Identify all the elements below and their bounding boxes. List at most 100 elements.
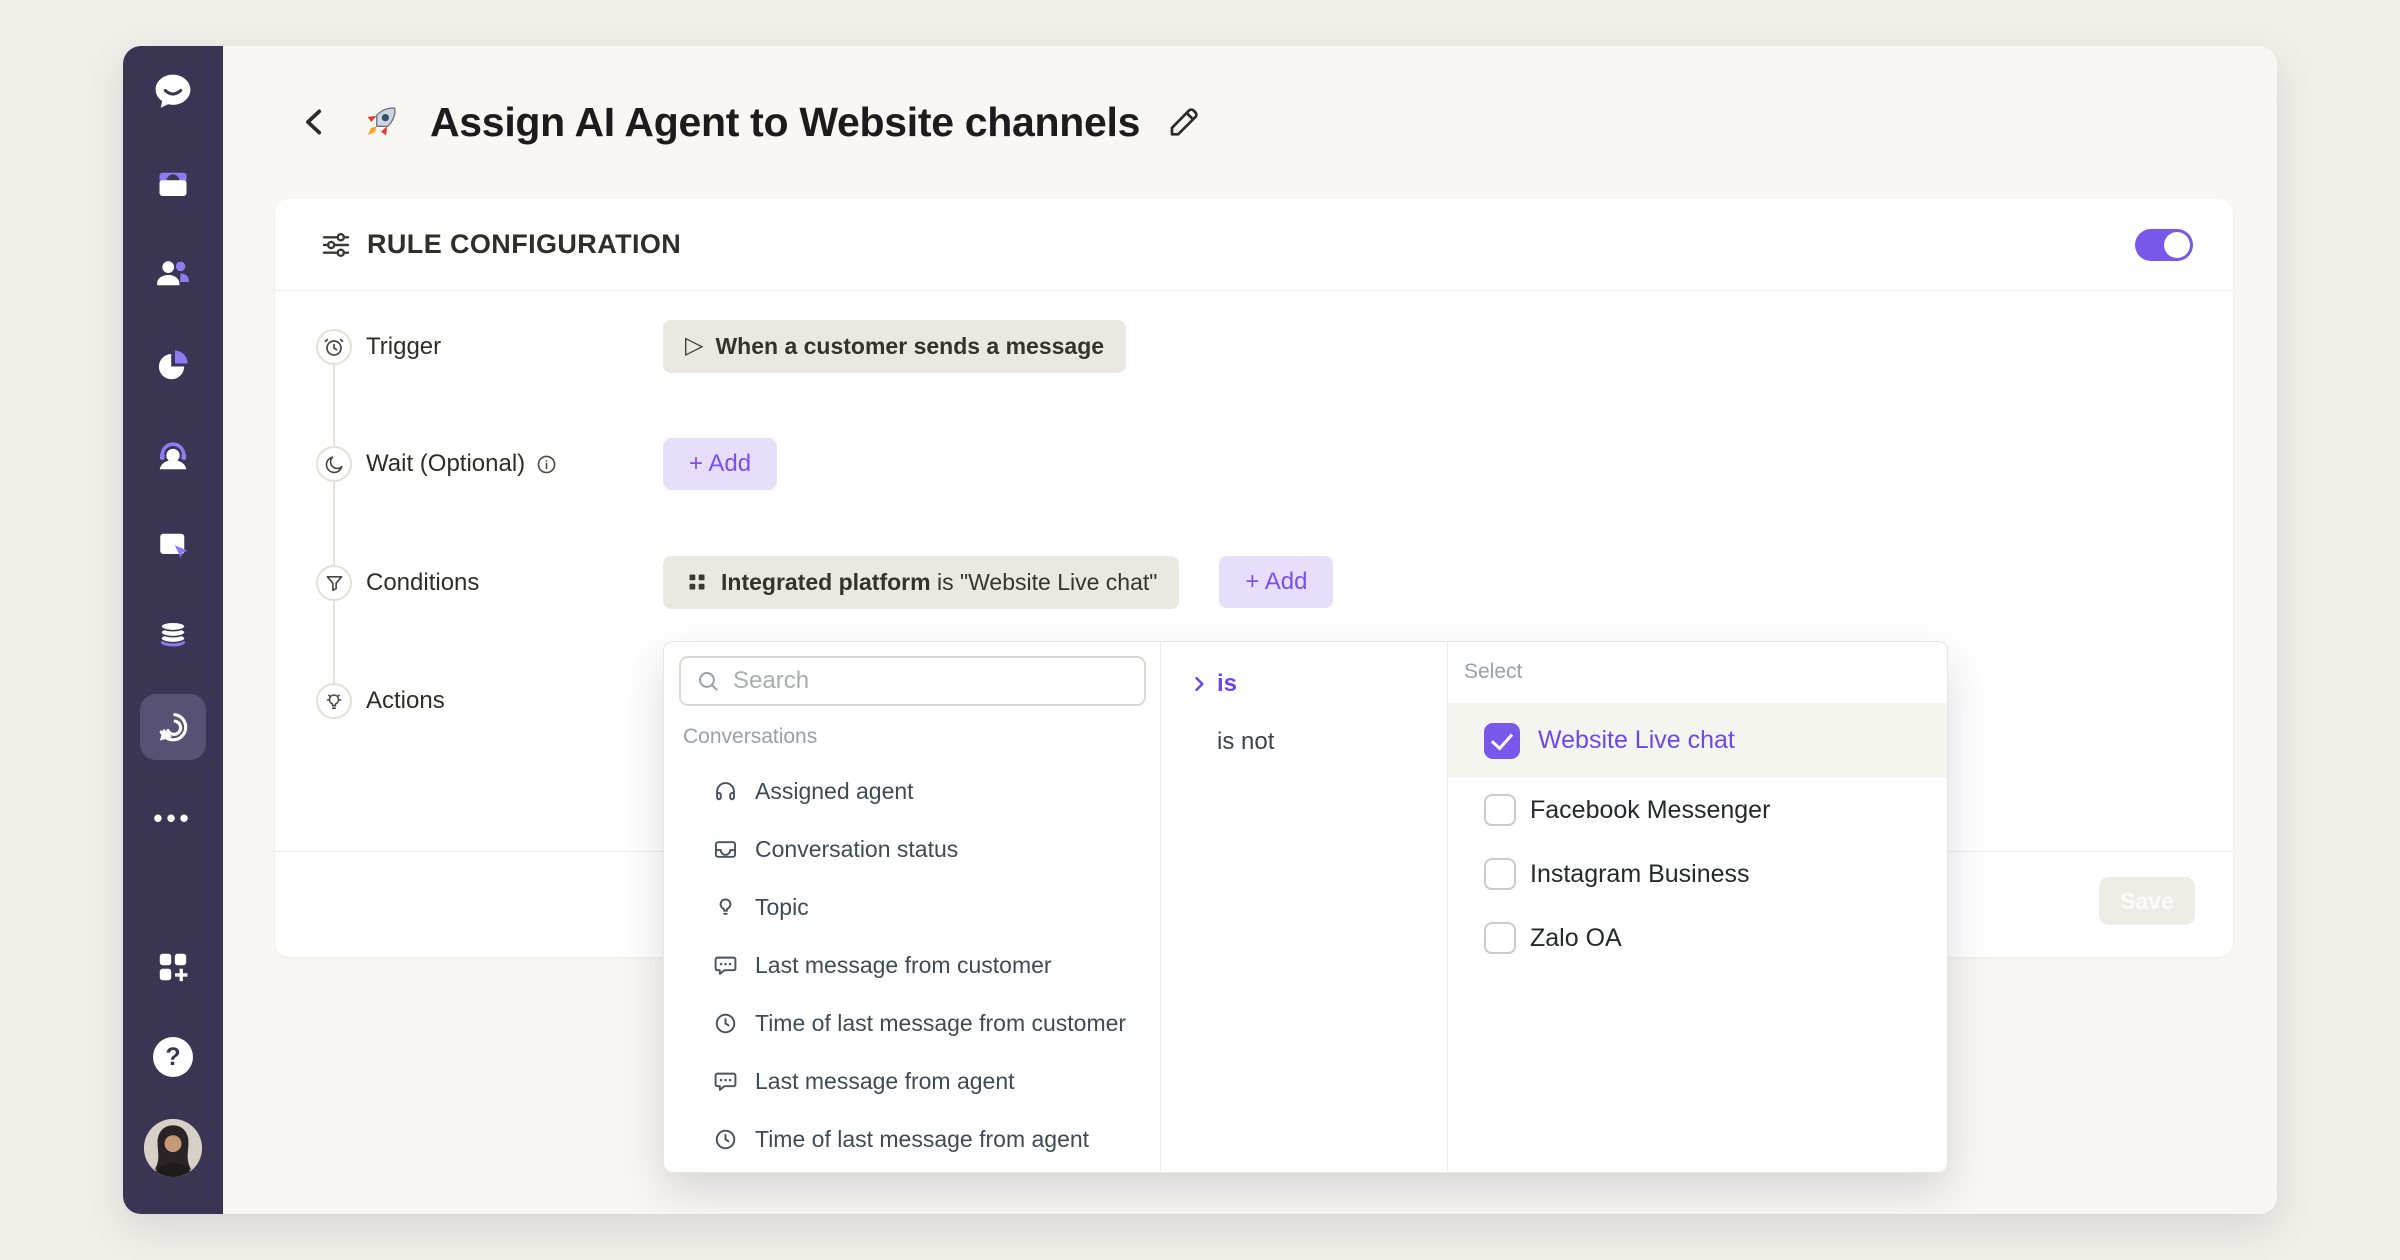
timeline-connector	[333, 347, 335, 701]
field-item-conversation-status[interactable]: Conversation status	[664, 820, 1160, 878]
actions-step-icon	[316, 683, 352, 719]
field-item-last-message-customer[interactable]: Last message from customer	[664, 936, 1160, 994]
field-item-topic[interactable]: Topic	[664, 878, 1160, 936]
inbox-icon	[159, 172, 187, 196]
agent-headset-icon	[159, 442, 187, 470]
wait-step: Wait (Optional)	[366, 438, 558, 490]
checkbox-checked[interactable]	[1484, 722, 1520, 759]
condition-text: Integrated platform is "Website Live cha…	[721, 568, 1158, 595]
sidebar: ••• ?	[123, 46, 223, 1214]
group-label: Conversations	[683, 725, 818, 748]
conditions-step-icon	[316, 565, 352, 601]
sidebar-item-more[interactable]: •••	[140, 785, 206, 851]
app-window: ••• ? Assign AI Agent to Website channel…	[123, 46, 2277, 1214]
conditions-label: Conditions	[366, 569, 480, 596]
field-item-time-last-message-agent[interactable]: Time of last message from agent	[664, 1110, 1160, 1168]
headphones-icon	[716, 781, 735, 800]
contacts-icon	[157, 261, 189, 286]
lightbulb-icon	[326, 694, 342, 709]
alarm-icon	[324, 338, 344, 356]
page-title: Assign AI Agent to Website channels	[430, 98, 1141, 145]
field-item-last-message-agent[interactable]: Last message from agent	[664, 1052, 1160, 1110]
help-icon: ?	[153, 1037, 193, 1077]
lightbulb-icon	[719, 897, 732, 915]
trigger-step-icon	[316, 329, 352, 365]
page-header: Assign AI Agent to Website channels	[298, 91, 1202, 153]
message-icon	[714, 1072, 737, 1091]
conditions-content: Integrated platform is "Website Live cha…	[663, 555, 1334, 609]
moon-icon	[325, 455, 343, 473]
option-facebook-messenger[interactable]: Facebook Messenger	[1448, 778, 1947, 842]
add-condition-button[interactable]: + Add	[1219, 556, 1334, 608]
edit-pencil-icon[interactable]	[1166, 104, 1202, 140]
field-item-assigned-agent[interactable]: Assigned agent	[664, 762, 1160, 820]
actions-label: Actions	[366, 687, 445, 714]
clock-icon	[715, 1129, 736, 1149]
sidebar-item-contacts[interactable]	[140, 240, 206, 306]
rule-enabled-toggle[interactable]	[2135, 228, 2193, 261]
condition-dropdown: Conversations Assigned agent	[663, 641, 1948, 1173]
sidebar-item-inbox[interactable]	[140, 151, 206, 217]
back-icon[interactable]	[298, 105, 332, 139]
sidebar-item-agents[interactable]	[140, 422, 206, 488]
checkbox[interactable]	[1484, 858, 1516, 890]
message-icon	[714, 956, 737, 975]
wait-label: Wait (Optional)	[366, 450, 526, 477]
checkbox[interactable]	[1484, 794, 1516, 826]
trigger-content: ▷ When a customer sends a message	[663, 319, 1127, 373]
app-logo[interactable]	[140, 59, 206, 125]
database-icon	[160, 621, 186, 647]
search-box	[679, 656, 1146, 706]
operator-column: is is not	[1161, 642, 1448, 1172]
trigger-chip[interactable]: ▷ When a customer sends a message	[663, 319, 1127, 373]
checkbox[interactable]	[1484, 922, 1516, 954]
clock-icon	[715, 1013, 736, 1033]
pie-chart-icon	[158, 350, 188, 380]
trigger-label: Trigger	[366, 333, 442, 360]
field-column: Conversations Assigned agent	[664, 642, 1161, 1172]
conditions-step: Conditions	[366, 557, 479, 609]
sidebar-item-automation[interactable]	[140, 694, 206, 760]
automation-icon	[159, 713, 188, 742]
rocket-icon	[367, 107, 396, 136]
chevron-right-icon	[1195, 676, 1204, 692]
user-menu[interactable]	[140, 1115, 206, 1181]
funnel-icon	[326, 575, 342, 591]
select-label: Select	[1464, 660, 1523, 683]
add-wait-button[interactable]: + Add	[663, 438, 778, 490]
search-icon	[699, 672, 718, 691]
wait-content: + Add	[663, 438, 778, 490]
operator-is[interactable]: is	[1161, 658, 1447, 710]
option-instagram-business[interactable]: Instagram Business	[1448, 842, 1947, 906]
more-icon: •••	[153, 802, 193, 833]
inbox-icon	[714, 840, 737, 858]
actions-step: Actions	[366, 675, 445, 727]
grid-icon	[689, 574, 705, 590]
avatar	[144, 1119, 202, 1177]
sidebar-item-help[interactable]: ?	[140, 1024, 206, 1090]
chat-logo-icon	[155, 74, 191, 108]
option-website-live-chat[interactable]: Website Live chat	[1448, 703, 1947, 778]
search-input[interactable]	[731, 666, 1130, 696]
option-zalo-oa[interactable]: Zalo OA	[1448, 906, 1947, 970]
field-item-time-last-message-customer[interactable]: Time of last message from customer	[664, 994, 1160, 1052]
trigger-step: Trigger	[366, 321, 441, 373]
sidebar-item-apps[interactable]	[140, 934, 206, 1000]
card-title: RULE CONFIGURATION	[367, 229, 682, 259]
main-content: Assign AI Agent to Website channels RULE…	[223, 46, 2277, 1214]
sidebar-item-website-channel[interactable]	[140, 512, 206, 578]
wait-step-icon	[316, 446, 352, 482]
operator-is-not[interactable]: is not	[1161, 716, 1447, 768]
info-icon	[535, 453, 558, 476]
apps-grid-icon	[159, 953, 188, 982]
sidebar-item-reports[interactable]	[140, 332, 206, 398]
condition-chip[interactable]: Integrated platform is "Website Live cha…	[663, 555, 1180, 609]
sliders-icon	[322, 232, 350, 257]
value-column: Select Website Live chat Facebook Messen…	[1448, 642, 1947, 1172]
card-header: RULE CONFIGURATION	[275, 199, 2233, 291]
browser-cursor-icon	[160, 533, 188, 558]
play-icon: ▷	[685, 332, 704, 359]
field-list: Assigned agent Conversation status Topic…	[664, 762, 1160, 1168]
save-button[interactable]: Save	[2099, 877, 2195, 925]
sidebar-item-database[interactable]	[140, 600, 206, 666]
